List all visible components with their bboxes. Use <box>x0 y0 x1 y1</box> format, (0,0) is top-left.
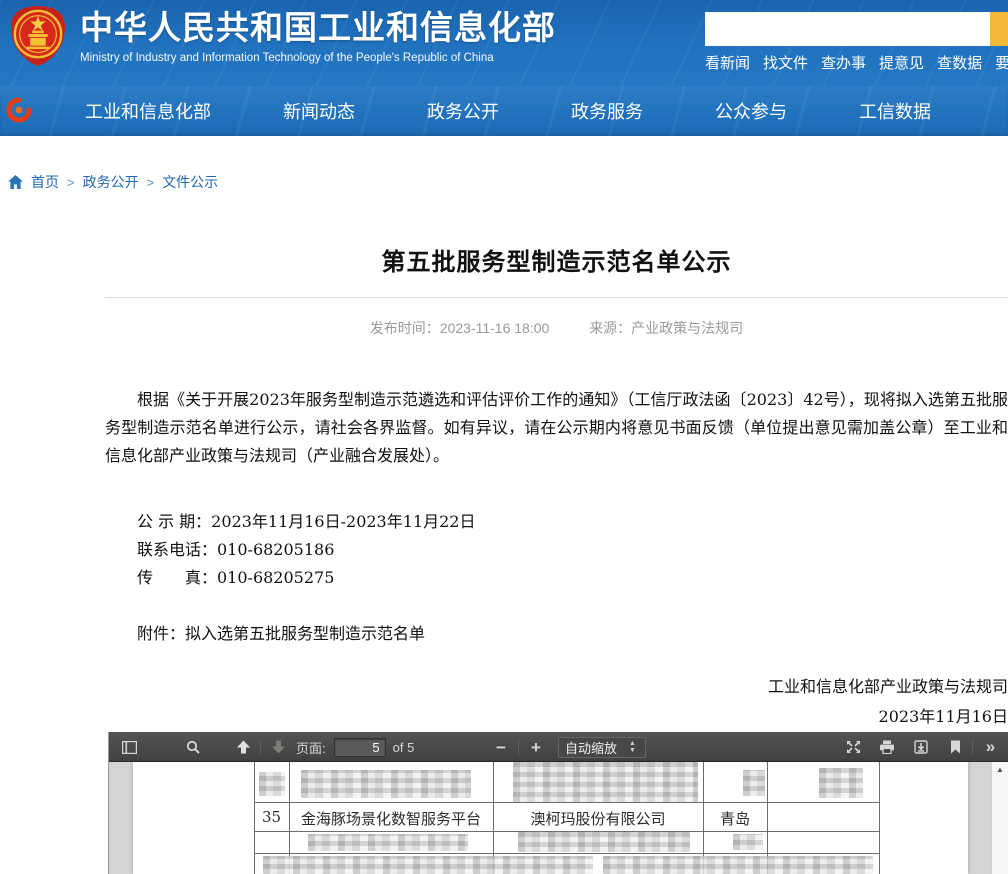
pdf-page: 35 金海豚场景化数智服务平台 澳柯玛股份有限公司 青岛 <box>133 762 968 874</box>
scroll-up-icon[interactable]: ▲ <box>996 765 1004 774</box>
redacted-cell <box>518 832 690 852</box>
breadcrumb: 首页 > 政务公开 > 文件公示 <box>8 172 1008 192</box>
site-title-cn: 中华人民共和国工业和信息化部 <box>80 8 556 48</box>
zoom-in-button[interactable]: + <box>524 735 548 759</box>
breadcrumb-separator: > <box>67 175 75 190</box>
presentation-mode-button[interactable] <box>841 735 865 759</box>
chevron-double-right-icon: » <box>986 737 994 757</box>
main-nav: 工业和信息化部 新闻动态 政务公开 政务服务 公众参与 工信数据 <box>0 86 1008 136</box>
nav-items: 工业和信息化部 新闻动态 政务公开 政务服务 公众参与 工信数据 <box>85 86 931 136</box>
nav-item-participation[interactable]: 公众参与 <box>715 98 787 124</box>
redacted-cell <box>259 772 285 796</box>
select-arrows-icon: ▲▼ <box>629 740 636 754</box>
zoom-scale-select[interactable]: 自动缩放 ▲▼ <box>558 737 646 758</box>
quick-link-news[interactable]: 看新闻 <box>705 52 750 73</box>
redacted-cell <box>743 770 765 796</box>
nav-item-miit[interactable]: 工业和信息化部 <box>85 98 211 124</box>
national-emblem-icon <box>9 5 67 67</box>
info-block: 公 示 期：2023年11月16日-2023年11月22日 联系电话：010-6… <box>105 508 1008 592</box>
signature-org: 工业和信息化部产业政策与法规司 <box>105 672 1008 702</box>
table-cell-company: 澳柯玛股份有限公司 <box>493 808 703 829</box>
print-button[interactable] <box>875 735 899 759</box>
bookmark-icon <box>950 740 961 754</box>
article-meta: 发布时间：2023-11-16 18:00 来源：产业政策与法规司 <box>105 318 1008 338</box>
publish-time: 发布时间：2023-11-16 18:00 <box>370 320 550 336</box>
site-brand: 中华人民共和国工业和信息化部 Ministry of Industry and … <box>80 8 556 66</box>
find-button[interactable] <box>181 735 205 759</box>
next-page-button[interactable] <box>266 735 290 759</box>
page-total: of 5 <box>393 740 415 755</box>
sidebar-toggle-icon <box>122 741 137 754</box>
redacted-cell <box>263 856 593 874</box>
pdf-scrollbar[interactable]: ▲ <box>991 762 1008 874</box>
redacted-cell <box>513 762 698 802</box>
attachment-line: 附件：拟入选第五批服务型制造示范名单 <box>105 620 1008 648</box>
redacted-cell <box>301 770 471 798</box>
search-input[interactable] <box>705 12 990 46</box>
article-source: 来源：产业政策与法规司 <box>589 320 743 336</box>
article: 第五批服务型制造示范名单公示 发布时间：2023-11-16 18:00 来源：… <box>105 242 1008 732</box>
page-label: 页面: <box>296 738 326 757</box>
arrow-down-icon <box>271 740 286 754</box>
page-number-input[interactable] <box>334 738 386 757</box>
download-icon <box>914 740 928 754</box>
quick-link-clipped[interactable]: 要 <box>995 52 1008 73</box>
table-cell-project: 金海豚场景化数智服务平台 <box>289 808 493 829</box>
attachment-link[interactable]: 拟入选第五批服务型制造示范名单 <box>185 624 425 643</box>
redacted-cell <box>819 768 863 798</box>
download-button[interactable] <box>909 735 933 759</box>
quick-links: 看新闻 找文件 查办事 提意见 查数据 要 <box>705 52 1008 73</box>
printer-icon <box>879 740 895 754</box>
table-border <box>254 853 879 854</box>
table-border <box>879 762 880 874</box>
previous-page-button[interactable] <box>231 735 255 759</box>
article-body: 根据《关于开展2023年服务型制造示范遴选和评估评价工作的通知》（工信厅政法函〔… <box>105 386 1008 732</box>
site-header: 中华人民共和国工业和信息化部 Ministry of Industry and … <box>0 0 1008 86</box>
table-cell-no: 35 <box>254 808 289 826</box>
attachment-label: 附件： <box>137 624 185 643</box>
public-notice-period: 公 示 期：2023年11月16日-2023年11月22日 <box>137 508 1008 536</box>
search-icon <box>186 740 200 754</box>
search-button[interactable] <box>990 12 1008 46</box>
plus-icon: + <box>531 739 541 756</box>
redacted-cell <box>603 856 873 874</box>
arrow-up-icon <box>236 740 251 754</box>
breadcrumb-home[interactable]: 首页 <box>31 172 59 192</box>
signature-date: 2023年11月16日 <box>105 702 1008 732</box>
signature-block: 工业和信息化部产业政策与法规司 2023年11月16日 <box>105 672 1008 732</box>
fax-number: 传 真：010-68205275 <box>137 564 1008 592</box>
page-title: 第五批服务型制造示范名单公示 <box>105 242 1008 277</box>
breadcrumb-separator: > <box>147 175 155 190</box>
quick-link-feedback[interactable]: 提意见 <box>879 52 924 73</box>
quick-link-files[interactable]: 找文件 <box>763 52 808 73</box>
pdf-viewer: 页面: of 5 − + 自动缩放 ▲▼ <box>108 732 1008 874</box>
pdf-toolbar: 页面: of 5 − + 自动缩放 ▲▼ <box>109 732 1008 762</box>
breadcrumb-file-notice[interactable]: 文件公示 <box>162 172 218 192</box>
site-title-en: Ministry of Industry and Information Tec… <box>80 50 556 66</box>
zoom-scale-value: 自动缩放 <box>565 738 617 757</box>
pdf-content-area: 35 金海豚场景化数智服务平台 澳柯玛股份有限公司 青岛 ▲ <box>109 762 1008 874</box>
redacted-cell <box>733 834 763 850</box>
more-tools-button[interactable]: » <box>978 735 1002 759</box>
sidebar-toggle-button[interactable] <box>117 735 141 759</box>
bookmark-button[interactable] <box>943 735 967 759</box>
title-divider <box>105 297 1008 298</box>
zoom-out-button[interactable]: − <box>489 735 513 759</box>
nav-item-data[interactable]: 工信数据 <box>859 98 931 124</box>
quick-link-services[interactable]: 查办事 <box>821 52 866 73</box>
contact-phone: 联系电话：010-68205186 <box>137 536 1008 564</box>
gov-e-logo-icon <box>6 97 32 123</box>
home-icon <box>8 175 23 189</box>
breadcrumb-gov-open[interactable]: 政务公开 <box>83 172 139 192</box>
table-border <box>254 802 879 803</box>
nav-item-gov-open[interactable]: 政务公开 <box>427 98 499 124</box>
nav-item-news[interactable]: 新闻动态 <box>283 98 355 124</box>
minus-icon: − <box>496 739 506 756</box>
nav-item-gov-service[interactable]: 政务服务 <box>571 98 643 124</box>
quick-link-data[interactable]: 查数据 <box>937 52 982 73</box>
redacted-cell <box>308 834 468 851</box>
fullscreen-icon <box>846 740 861 754</box>
table-cell-city: 青岛 <box>703 808 767 829</box>
article-paragraph: 根据《关于开展2023年服务型制造示范遴选和评估评价工作的通知》（工信厅政法函〔… <box>105 386 1008 470</box>
